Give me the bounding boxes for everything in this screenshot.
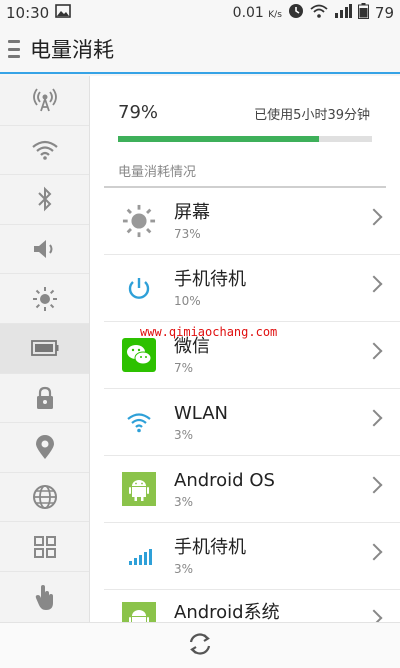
signal-status-icon [334, 4, 352, 22]
android-icon [122, 602, 156, 622]
power-icon [124, 273, 154, 303]
item-percent: 10% [174, 293, 201, 308]
item-percent: 7% [174, 360, 194, 375]
battery-progress-fill [118, 136, 319, 142]
battery-status-icon [357, 3, 369, 23]
list-item[interactable]: 屏幕 73% [104, 188, 400, 255]
battery-summary: 79% 已使用5小时39分钟 电量消耗情况 [90, 76, 400, 180]
bottom-bar [0, 622, 400, 668]
signal-icon [129, 549, 152, 565]
globe-icon [32, 485, 57, 510]
wechat-icon [122, 338, 156, 372]
section-title: 电量消耗情况 [118, 165, 197, 180]
sidebar-item-location[interactable] [0, 423, 89, 473]
brightness-icon [122, 204, 156, 238]
item-percent: 3% [174, 494, 194, 509]
consumption-list: 屏幕 73% 手机待机 10% 微信 7% WLAN 3% Android OS… [104, 188, 400, 622]
location-icon [35, 435, 54, 460]
main-panel: 79% 已使用5小时39分钟 电量消耗情况 屏幕 73% 手机待机 10% 微信 7% [90, 76, 400, 622]
sidebar-item-network[interactable] [0, 473, 89, 523]
status-bar: 10:30 0.01 K/s 79 [0, 0, 400, 26]
battery-progress [118, 136, 372, 142]
sidebar-item-apps[interactable] [0, 522, 89, 572]
image-icon [55, 4, 72, 22]
item-name: 手机待机 [174, 268, 246, 290]
list-item[interactable]: Android OS 3% [104, 456, 400, 523]
sidebar-item-brightness[interactable] [0, 274, 89, 324]
list-item[interactable]: 微信 7% [104, 322, 400, 389]
sidebar-item-hotspot[interactable] [0, 76, 89, 126]
refresh-icon[interactable] [187, 631, 213, 661]
battery-percent: 79 [374, 4, 394, 22]
battery-icon [30, 340, 58, 357]
android-icon [122, 472, 156, 506]
alarm-icon [288, 3, 304, 23]
wifi-status-icon [310, 4, 328, 22]
page-title: 电量消耗 [30, 38, 114, 62]
wifi-icon [31, 140, 58, 160]
item-name: 微信 [174, 335, 210, 357]
list-item[interactable]: Android系统 [104, 590, 400, 622]
item-percent: 3% [174, 427, 194, 442]
item-name: 屏幕 [174, 201, 210, 223]
apps-icon [33, 535, 56, 558]
brightness-icon [32, 286, 57, 311]
item-name: WLAN [174, 402, 229, 424]
sidebar-item-bluetooth[interactable] [0, 175, 89, 225]
list-item[interactable]: 手机待机 3% [104, 523, 400, 590]
item-percent: 73% [174, 226, 201, 241]
sidebar-item-gesture[interactable] [0, 572, 89, 622]
item-percent: 3% [174, 561, 194, 576]
touch-icon [35, 584, 53, 610]
usage-time: 已使用5小时39分钟 [254, 108, 370, 123]
bluetooth-icon [37, 187, 51, 212]
sidebar-item-wifi[interactable] [0, 126, 89, 176]
list-item[interactable]: 手机待机 10% [104, 255, 400, 322]
sidebar-item-sound[interactable] [0, 225, 89, 275]
title-bar: 电量消耗 [0, 26, 400, 74]
status-time: 10:30 [6, 4, 50, 22]
sound-icon [33, 240, 52, 259]
item-name: Android OS [174, 469, 275, 491]
sidebar-item-lock[interactable] [0, 374, 89, 424]
wifi-icon [127, 413, 151, 433]
sidebar [0, 76, 90, 622]
battery-level: 79% [118, 102, 159, 123]
list-item[interactable]: WLAN 3% [104, 389, 400, 456]
item-name: 手机待机 [174, 536, 246, 558]
menu-icon[interactable] [8, 40, 20, 58]
sidebar-item-battery[interactable] [0, 323, 89, 374]
net-speed: 0.01 K/s [232, 5, 282, 21]
hotspot-icon [32, 88, 57, 112]
lock-icon [36, 386, 53, 409]
